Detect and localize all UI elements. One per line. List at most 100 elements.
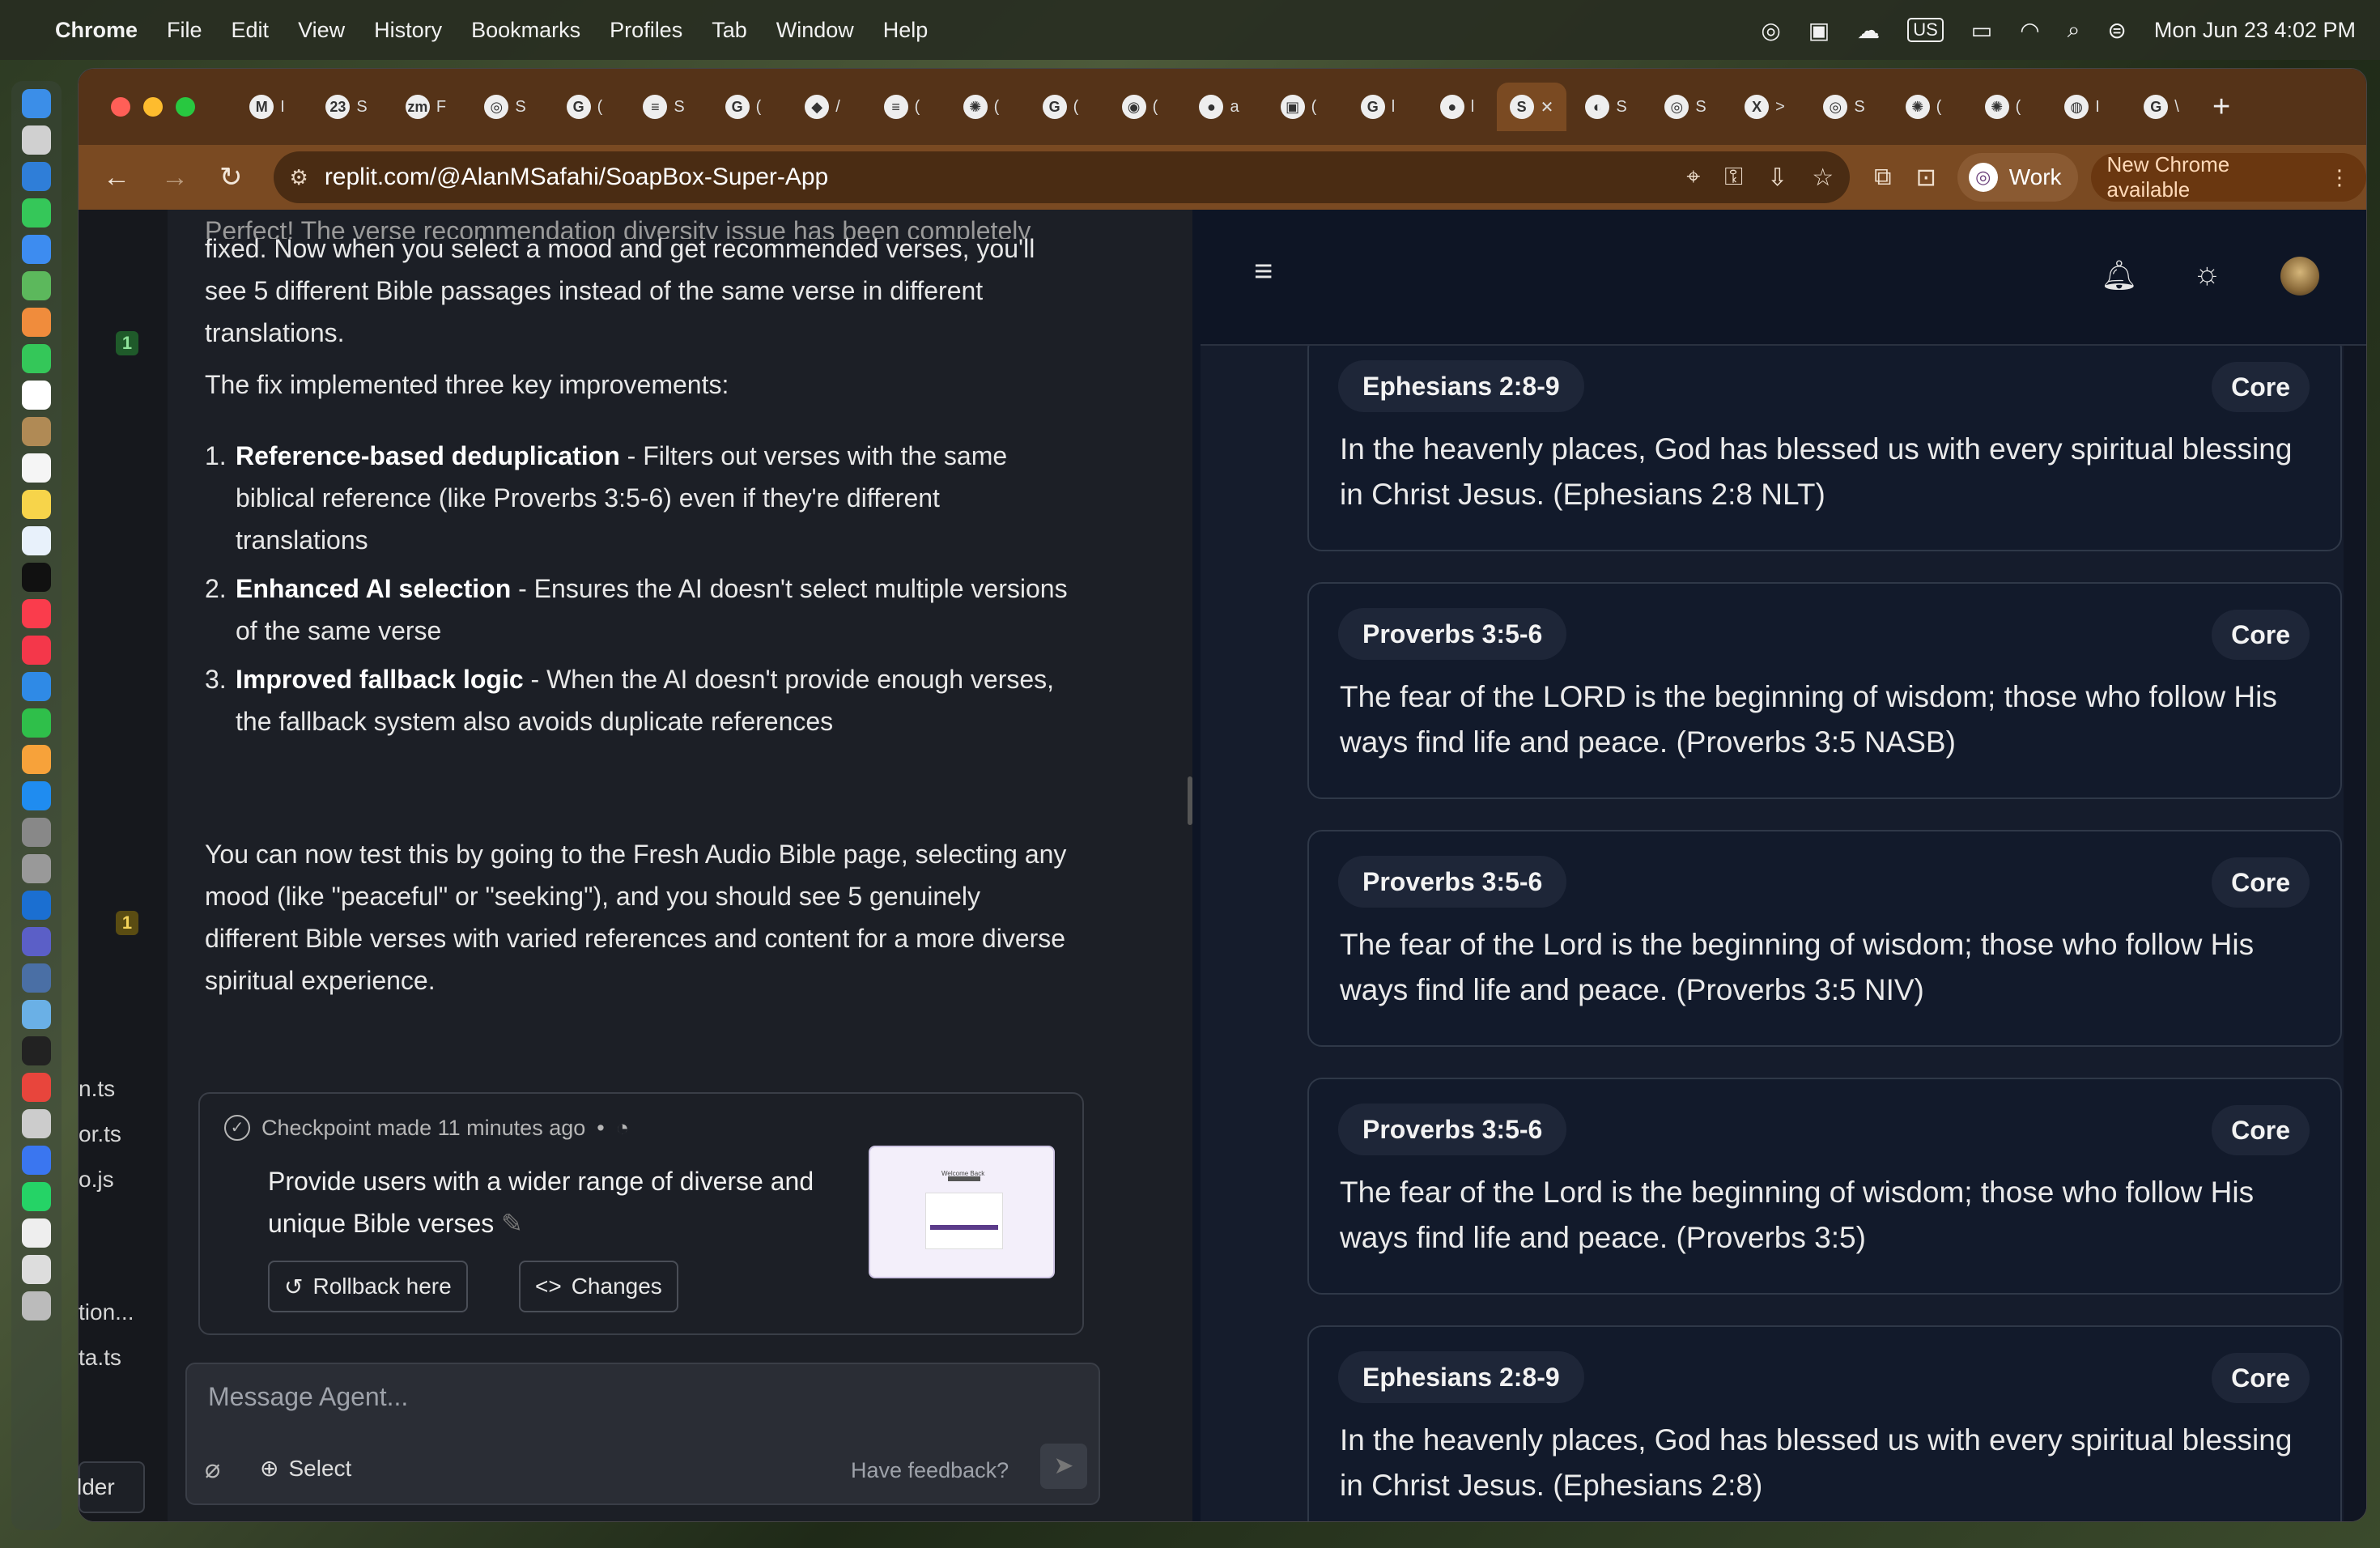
pages-dock-icon[interactable] (22, 745, 51, 774)
menu-app-name[interactable]: Chrome (55, 18, 138, 43)
chrome-dock-icon[interactable] (22, 1073, 51, 1102)
browser-tab[interactable]: ≡ S (624, 83, 703, 131)
bookmark-star-icon[interactable]: ☆ (1812, 164, 1834, 192)
system-settings-dock-icon[interactable] (22, 818, 51, 847)
reload-icon[interactable]: ↻ (219, 161, 243, 194)
more-vertical-icon[interactable]: ⋮ (2329, 165, 2350, 190)
browser-tab[interactable]: ◐ S (1566, 83, 1646, 131)
location-icon[interactable]: ⌖ (1686, 164, 1700, 191)
reminders-dock-icon[interactable] (22, 453, 51, 483)
user-avatar[interactable] (2280, 257, 2319, 296)
side-panel-search-icon[interactable]: ⊡ (1916, 164, 1936, 192)
browser-tab[interactable]: ≡( (862, 83, 941, 131)
preview-scroll-gutter[interactable] (2344, 346, 2366, 1521)
facetime-dock-icon[interactable] (22, 344, 51, 373)
browser-tab[interactable]: ◎ S (1804, 83, 1884, 131)
mail-dock-icon[interactable] (22, 235, 51, 264)
control-center-icon[interactable]: ⊜ (2107, 17, 2126, 44)
browser-tab[interactable]: ✺( (1884, 83, 1963, 131)
tv-dock-icon[interactable] (22, 563, 51, 592)
browser-tab[interactable]: G( (703, 83, 783, 131)
browser-tab[interactable]: MI (227, 83, 307, 131)
calendar-dock-icon[interactable] (22, 381, 51, 410)
news-dock-icon[interactable] (22, 636, 51, 665)
close-window-button[interactable] (111, 97, 130, 117)
browser-tab[interactable]: ✺( (941, 83, 1021, 131)
cloud-sync-icon[interactable]: ☁ (1857, 17, 1880, 44)
menubar-clock[interactable]: Mon Jun 23 4:02 PM (2154, 18, 2356, 43)
keynote-dock-icon[interactable] (22, 672, 51, 701)
verse-card[interactable]: Ephesians 2:8-9 Core In the heavenly pla… (1307, 1325, 2342, 1521)
maps-dock-icon[interactable] (22, 271, 51, 300)
finder-dock-icon[interactable] (22, 89, 51, 118)
browser-tab[interactable]: ◎ S (465, 83, 545, 131)
iphone-mirroring-dock-icon[interactable] (22, 854, 51, 883)
gauge-icon[interactable]: ◔ (616, 1116, 629, 1141)
preview-dock-icon[interactable] (22, 1000, 51, 1029)
terminal-dock-icon[interactable] (22, 1036, 51, 1065)
message-input[interactable]: Message Agent... (208, 1382, 408, 1412)
select-element-button[interactable]: ⊕ Select (260, 1455, 351, 1482)
verse-card[interactable]: Proverbs 3:5-6 Core The fear of the Lord… (1307, 830, 2342, 1047)
outlook-dock-icon[interactable] (22, 891, 51, 920)
whatsapp-dock-icon[interactable] (22, 1182, 51, 1211)
browser-tab[interactable]: ✺( (1963, 83, 2042, 131)
spotlight-search-icon[interactable]: ⌕ (2068, 17, 2080, 44)
hamburger-menu-icon[interactable]: ≡ (1254, 253, 1273, 290)
feedback-link[interactable]: Have feedback? (851, 1458, 1009, 1483)
browser-tab[interactable]: ◎ S (1646, 83, 1725, 131)
wifi-icon[interactable]: ◠ (2020, 17, 2039, 44)
forward-arrow-icon[interactable]: → (161, 162, 189, 194)
browser-tab[interactable]: X > (1725, 83, 1804, 131)
verse-card[interactable]: Proverbs 3:5-6 Core The fear of the Lord… (1307, 1078, 2342, 1295)
app-store-dock-icon[interactable] (22, 781, 51, 810)
send-icon[interactable]: ➤ (1040, 1444, 1087, 1489)
zoom-window-button[interactable] (176, 97, 195, 117)
file-item[interactable]: tion... (79, 1299, 134, 1325)
profile-chip[interactable]: ◎ Work (1957, 153, 2078, 202)
close-tab-icon[interactable]: ✕ (1541, 97, 1554, 117)
launchpad-dock-icon[interactable] (22, 125, 51, 155)
tab-active[interactable]: S ✕ (1497, 83, 1566, 131)
music-dock-icon[interactable] (22, 599, 51, 628)
file-item[interactable]: or.ts (79, 1121, 121, 1147)
menu-profiles[interactable]: Profiles (610, 18, 682, 43)
paperclip-icon[interactable]: ⌀ (205, 1453, 220, 1484)
sun-icon[interactable]: ☼ (2193, 257, 2221, 291)
downloads-dock-icon[interactable] (22, 1255, 51, 1284)
checkpoint-screenshot-thumbnail[interactable]: Welcome Back (869, 1146, 1055, 1278)
pane-resize-handle[interactable] (1188, 776, 1192, 825)
freeform-dock-icon[interactable] (22, 526, 51, 555)
browser-tab[interactable]: ◆ / (783, 83, 862, 131)
menu-view[interactable]: View (298, 18, 345, 43)
browser-tab[interactable]: 23 S (307, 83, 386, 131)
browser-tab[interactable]: G( (545, 83, 624, 131)
menu-window[interactable]: Window (776, 18, 854, 43)
new-tab-button[interactable]: + (2212, 90, 2230, 125)
edit-pencil-icon[interactable]: ✎ (501, 1209, 523, 1238)
browser-tab[interactable]: G( (1021, 83, 1100, 131)
file-item[interactable]: o.js (79, 1167, 114, 1193)
safari-dock-icon[interactable] (22, 162, 51, 191)
extensions-puzzle-icon[interactable]: ⧉ (1874, 164, 1891, 191)
file-item[interactable]: n.ts (79, 1076, 115, 1102)
password-key-icon[interactable]: ⚿ (1724, 164, 1743, 191)
browser-tab[interactable]: Gl (1338, 83, 1417, 131)
minimize-window-button[interactable] (143, 97, 163, 117)
bell-icon[interactable]: 🔔︎ (2101, 258, 2138, 292)
trash-dock-icon[interactable] (22, 1291, 51, 1320)
message-composer[interactable]: Message Agent... ⌀ ⊕ Select Have feedbac… (185, 1363, 1100, 1505)
accessibility-icon[interactable]: ◎ (1761, 17, 1780, 44)
input-source-indicator[interactable]: US (1907, 18, 1944, 42)
signal-dock-icon[interactable] (22, 1146, 51, 1175)
menu-bookmarks[interactable]: Bookmarks (471, 18, 580, 43)
address-url[interactable]: replit.com/@AlanMSafahi/SoapBox-Super-Ap… (325, 164, 1663, 191)
browser-tab[interactable]: ● a (1179, 83, 1259, 131)
photos-dock-icon[interactable] (22, 308, 51, 337)
numbers-dock-icon[interactable] (22, 708, 51, 738)
outlook-icon[interactable]: ▣ (1808, 17, 1830, 44)
verse-card[interactable]: Proverbs 3:5-6 Core The fear of the LORD… (1307, 582, 2342, 799)
printer-dock-icon[interactable] (22, 1109, 51, 1138)
remote-desktop-dock-icon[interactable] (22, 963, 51, 993)
menu-edit[interactable]: Edit (232, 18, 270, 43)
